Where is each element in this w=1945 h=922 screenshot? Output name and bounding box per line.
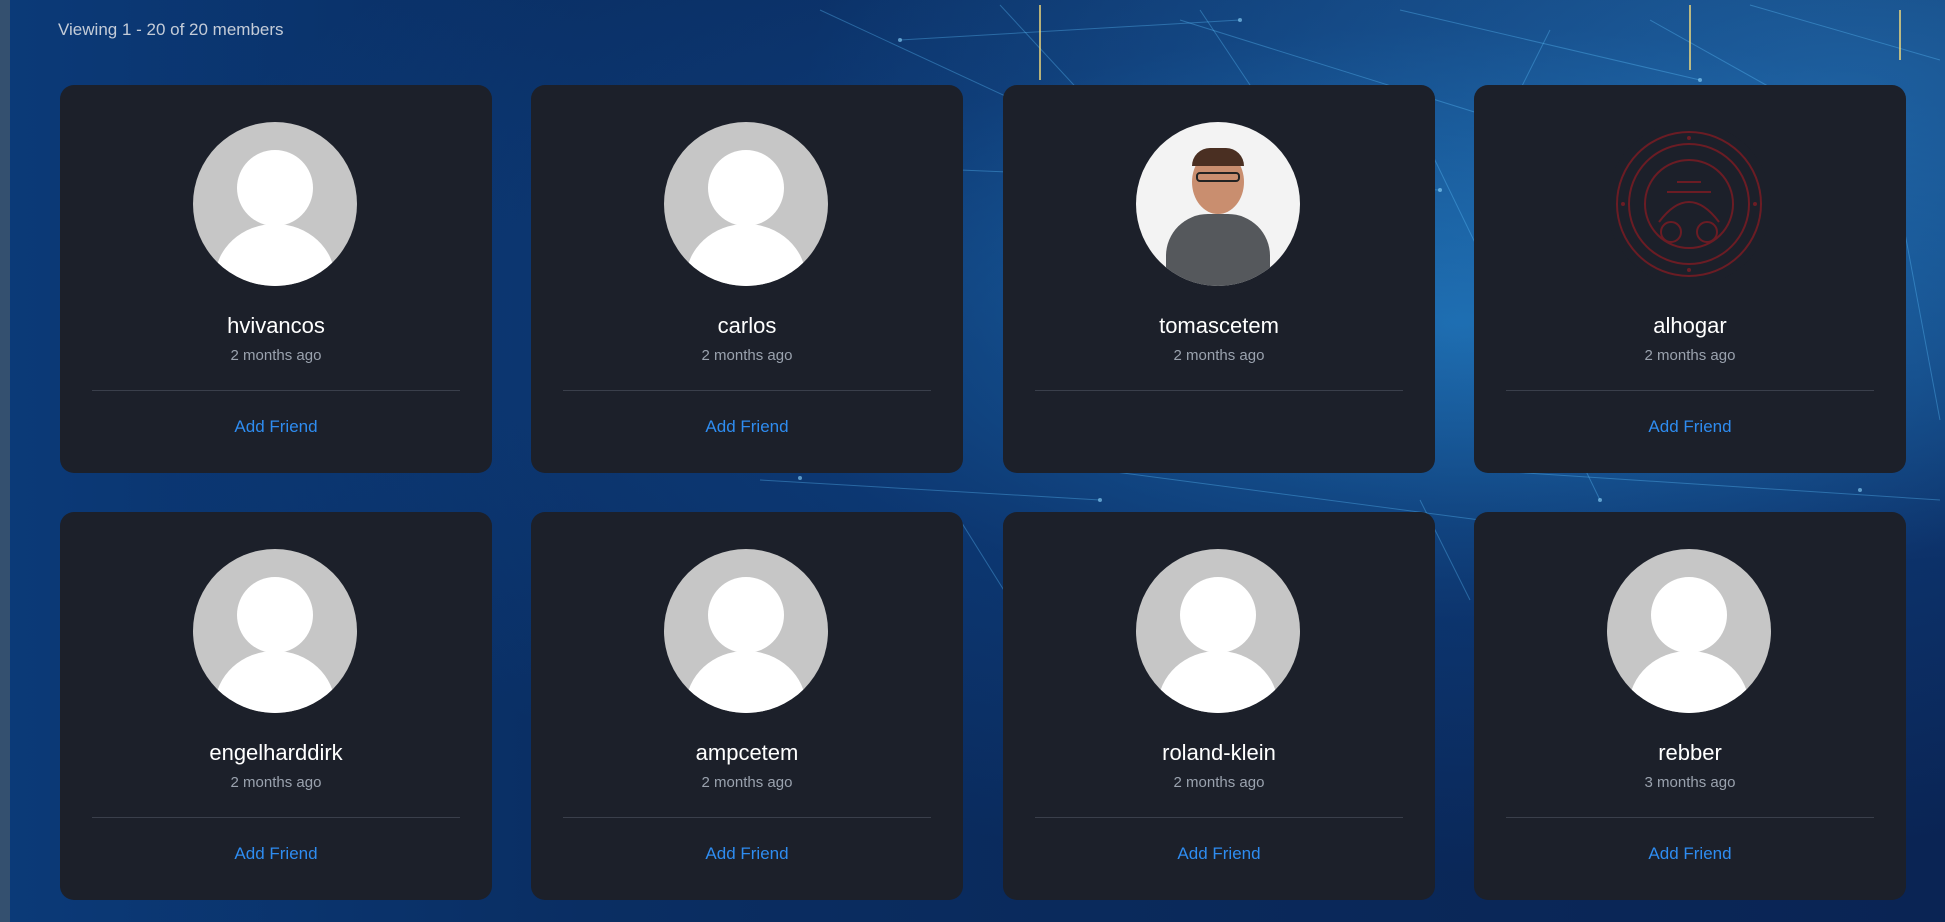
card-divider	[92, 817, 460, 818]
member-name[interactable]: roland-klein	[1003, 740, 1435, 766]
default-avatar-icon[interactable]	[664, 549, 828, 713]
member-name[interactable]: rebber	[1474, 740, 1906, 766]
default-avatar-icon[interactable]	[193, 122, 357, 286]
member-name[interactable]: alhogar	[1474, 313, 1906, 339]
member-name[interactable]: hvivancos	[60, 313, 492, 339]
member-card: rebber 3 months ago Add Friend	[1474, 512, 1906, 900]
last-active-time: 2 months ago	[1644, 347, 1736, 364]
add-friend-button[interactable]: Add Friend	[531, 844, 963, 864]
member-name[interactable]: engelharddirk	[60, 740, 492, 766]
card-divider	[1506, 390, 1874, 391]
default-avatar-icon[interactable]	[193, 549, 357, 713]
member-card: alhogar 2 months ago Add Friend	[1474, 85, 1906, 473]
member-name[interactable]: tomascetem	[1003, 313, 1435, 339]
last-active-time: 2 months ago	[230, 347, 322, 364]
card-divider	[1506, 817, 1874, 818]
default-avatar-icon[interactable]	[1607, 549, 1771, 713]
add-friend-button[interactable]: Add Friend	[1474, 844, 1906, 864]
add-friend-button[interactable]: Add Friend	[1003, 844, 1435, 864]
members-count-text: Viewing 1 - 20 of 20 members	[58, 20, 284, 39]
last-active-time: 2 months ago	[230, 774, 322, 791]
default-avatar-icon[interactable]	[664, 122, 828, 286]
last-active-time: 2 months ago	[701, 774, 793, 791]
last-active-time: 2 months ago	[1173, 774, 1265, 791]
add-friend-button[interactable]: Add Friend	[531, 417, 963, 437]
add-friend-button[interactable]: Add Friend	[60, 844, 492, 864]
card-divider	[563, 817, 931, 818]
last-active-time: 3 months ago	[1644, 774, 1736, 791]
card-divider	[92, 390, 460, 391]
last-active-time: 2 months ago	[701, 347, 793, 364]
member-name[interactable]: carlos	[531, 313, 963, 339]
member-card: tomascetem 2 months ago	[1003, 85, 1435, 473]
default-avatar-icon[interactable]	[1136, 549, 1300, 713]
left-edge-strip	[0, 0, 10, 922]
member-card: carlos 2 months ago Add Friend	[531, 85, 963, 473]
member-card: ampcetem 2 months ago Add Friend	[531, 512, 963, 900]
card-divider	[1035, 390, 1403, 391]
university-seal-avatar[interactable]	[1607, 122, 1771, 286]
add-friend-button[interactable]: Add Friend	[60, 417, 492, 437]
member-card: roland-klein 2 months ago Add Friend	[1003, 512, 1435, 900]
member-card: hvivancos 2 months ago Add Friend	[60, 85, 492, 473]
profile-photo-avatar[interactable]	[1136, 122, 1300, 286]
member-name[interactable]: ampcetem	[531, 740, 963, 766]
member-card: engelharddirk 2 months ago Add Friend	[60, 512, 492, 900]
card-divider	[1035, 817, 1403, 818]
seal-logo-icon	[1616, 131, 1762, 277]
card-divider	[563, 390, 931, 391]
last-active-time: 2 months ago	[1173, 347, 1265, 364]
add-friend-button[interactable]: Add Friend	[1474, 417, 1906, 437]
